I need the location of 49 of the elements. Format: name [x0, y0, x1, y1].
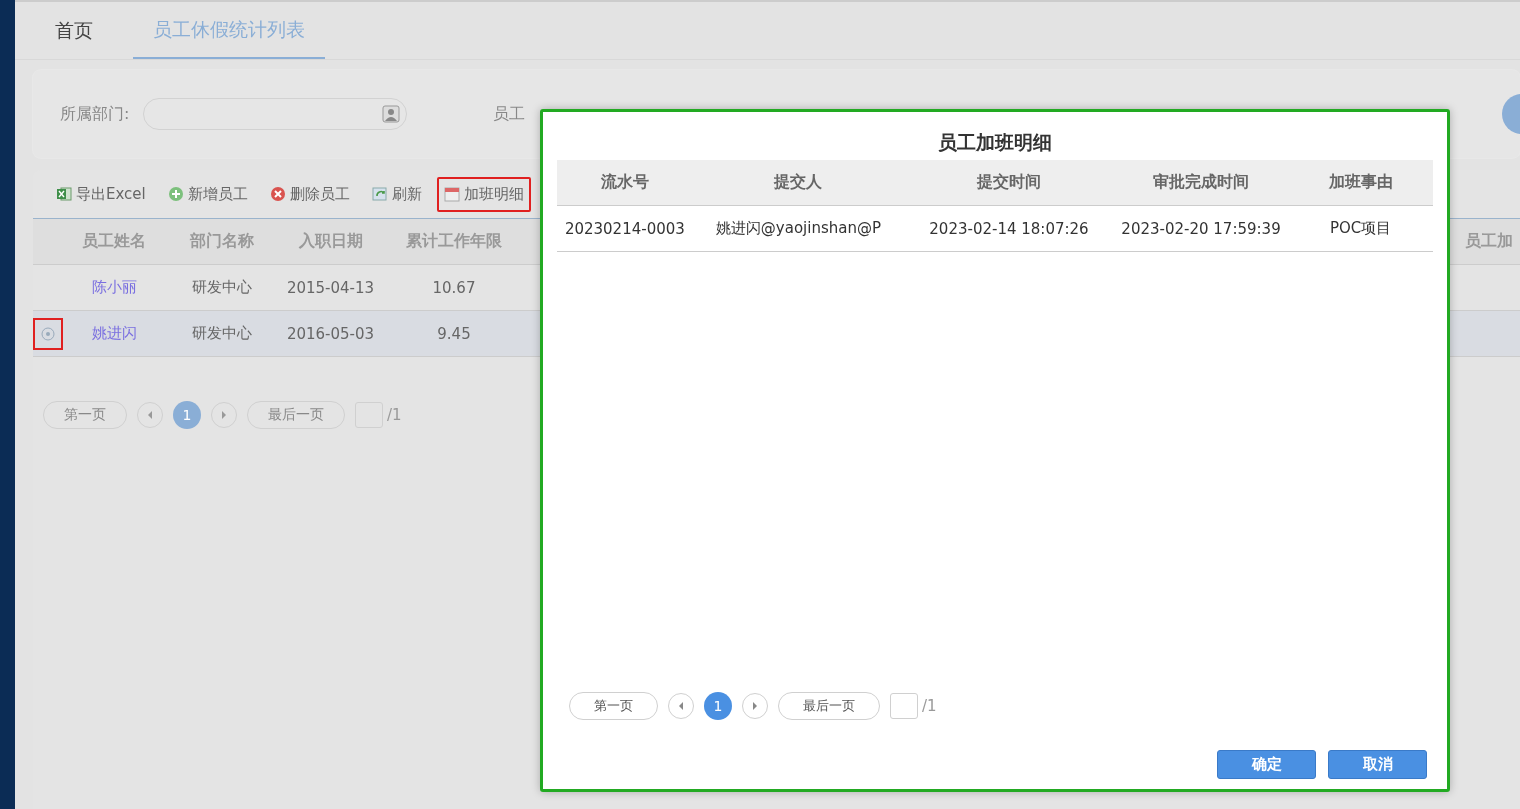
toolbar-button[interactable]: 删除员工: [262, 176, 357, 212]
toolbar-button[interactable]: 刷新: [364, 176, 429, 212]
confirm-button[interactable]: 确定: [1217, 750, 1316, 779]
spreadsheet-icon: [56, 186, 72, 202]
radio-icon[interactable]: [41, 326, 55, 341]
name-link[interactable]: 陈小丽: [63, 278, 165, 297]
table-cell-text: 2016-05-03: [285, 324, 376, 343]
column-header: 入职日期: [297, 231, 364, 252]
table-cell-text: 2023-02-20 17:59:39: [1120, 219, 1282, 238]
column-header: 部门名称: [188, 231, 255, 252]
name-link[interactable]: 姚进闪: [63, 324, 165, 343]
caret-right-icon: [219, 410, 229, 420]
page-number[interactable]: 1: [704, 692, 732, 720]
page-total: /1: [922, 697, 937, 715]
page-number[interactable]: 1: [173, 401, 201, 429]
table-cell-text: 研发中心: [190, 324, 253, 343]
add-icon: [167, 186, 184, 202]
column-header: 加班事由: [1327, 172, 1394, 193]
tab[interactable]: 首页: [35, 2, 113, 59]
table-cell-text: 研发中心: [190, 278, 253, 297]
page-total: /1: [387, 406, 402, 424]
dialog-title: 员工加班明细: [937, 130, 1053, 155]
table-cell-text: 9.45: [436, 324, 472, 343]
table-cell-text: 姚进闪@yaojinshan@P: [714, 219, 882, 238]
cancel-button[interactable]: 取消: [1328, 750, 1427, 779]
column-header: 提交人: [772, 172, 824, 193]
toolbar-button[interactable]: 导出Excel: [49, 176, 153, 212]
toolbar-button[interactable]: 新增员工: [160, 176, 255, 212]
column-header: 提交时间: [975, 172, 1042, 193]
delete-icon: [269, 186, 286, 202]
caret-right-icon: [750, 701, 760, 711]
tab[interactable]: 员工休假统计列表: [133, 2, 325, 59]
field-label: 所属部门:: [60, 103, 130, 125]
field-label: 员工: [493, 103, 526, 125]
refresh-icon: [371, 186, 388, 202]
page-input[interactable]: [890, 693, 918, 719]
column-header: 员工姓名: [81, 231, 147, 252]
toolbar-button[interactable]: 加班明细: [436, 176, 531, 212]
column-header: 累计工作年限: [405, 231, 503, 252]
column-header: 员工加: [1465, 231, 1514, 252]
column-header: 流水号: [599, 172, 650, 193]
column-header: 审批完成时间: [1152, 172, 1250, 193]
person-icon: [382, 105, 401, 123]
table-cell-text: POC项目: [1329, 219, 1393, 238]
table-cell-text: 2015-04-13: [285, 278, 376, 297]
table-cell-text: 20230214-0003: [563, 219, 686, 238]
table-cell-text: 10.67: [431, 278, 477, 297]
table-cell-text: 2023-02-14 18:07:26: [928, 219, 1090, 238]
calendar-icon: [443, 186, 460, 202]
